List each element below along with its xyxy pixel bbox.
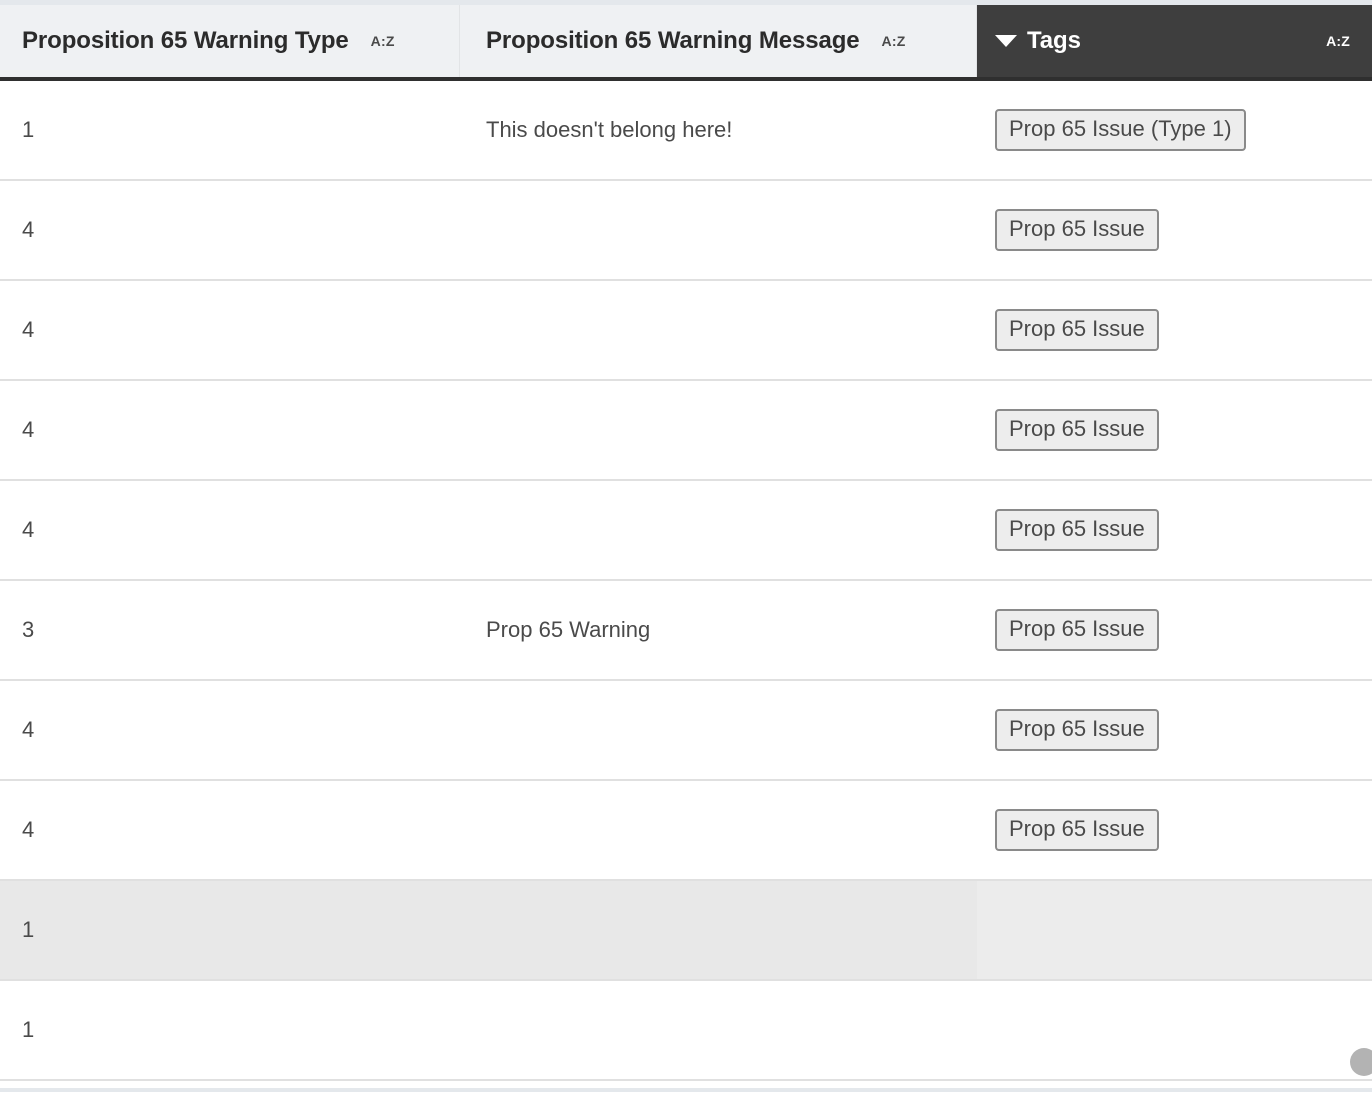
cell-warning-type[interactable]: 1 [0, 81, 460, 179]
cell-warning-message[interactable] [460, 181, 977, 279]
column-header-proposition-65-warning-message[interactable]: Proposition 65 Warning Message A:Z [460, 5, 977, 77]
cell-warning-type[interactable]: 4 [0, 381, 460, 479]
cell-tags[interactable]: Prop 65 Issue [977, 481, 1372, 579]
cell-tags[interactable]: Prop 65 Issue [977, 181, 1372, 279]
table-row[interactable]: 4 Prop 65 Issue [0, 381, 1372, 481]
tag-chip[interactable]: Prop 65 Issue [995, 409, 1159, 451]
column-header-label: Proposition 65 Warning Type [22, 27, 349, 54]
tag-chip[interactable]: Prop 65 Issue [995, 709, 1159, 751]
cell-warning-message[interactable] [460, 481, 977, 579]
cell-warning-message[interactable]: Prop 65 Warning [460, 581, 977, 679]
cell-tags[interactable]: Prop 65 Issue [977, 581, 1372, 679]
table-body: 1 This doesn't belong here! Prop 65 Issue … [0, 81, 1372, 1081]
sort-az-icon[interactable]: A:Z [1326, 33, 1350, 49]
table-row[interactable]: 1 [0, 981, 1372, 1081]
cell-warning-type[interactable]: 1 [0, 981, 460, 1079]
cell-warning-message[interactable] [460, 781, 977, 879]
column-header-tags[interactable]: Tags A:Z [977, 5, 1372, 77]
cell-warning-message[interactable] [460, 281, 977, 379]
cell-warning-type[interactable]: 3 [0, 581, 460, 679]
cell-warning-type[interactable]: 4 [0, 481, 460, 579]
cell-warning-type[interactable]: 1 [0, 881, 460, 979]
table-row[interactable]: 1 [0, 881, 1372, 981]
column-header-label: Tags [1027, 27, 1081, 54]
cell-tags[interactable]: Prop 65 Issue [977, 281, 1372, 379]
table-row[interactable]: 4 Prop 65 Issue [0, 281, 1372, 381]
cell-tags[interactable] [977, 981, 1372, 1079]
tag-chip[interactable]: Prop 65 Issue [995, 309, 1159, 351]
table-row[interactable]: 1 This doesn't belong here! Prop 65 Issue … [0, 81, 1372, 181]
table-row[interactable]: 4 Prop 65 Issue [0, 681, 1372, 781]
horizontal-scrollbar-thumb[interactable] [1350, 1048, 1372, 1076]
grid-bottom-divider [0, 1088, 1372, 1092]
table-row[interactable]: 4 Prop 65 Issue [0, 781, 1372, 881]
tag-chip[interactable]: Prop 65 Issue (Type 1) [995, 109, 1246, 151]
table-row[interactable]: 4 Prop 65 Issue [0, 481, 1372, 581]
cell-warning-type[interactable]: 4 [0, 181, 460, 279]
column-header-row: Proposition 65 Warning Type A:Z Proposit… [0, 5, 1372, 81]
cell-warning-type[interactable]: 4 [0, 281, 460, 379]
sort-az-icon[interactable]: A:Z [371, 33, 395, 49]
cell-tags[interactable]: Prop 65 Issue (Type 1) [977, 81, 1372, 179]
column-header-proposition-65-warning-type[interactable]: Proposition 65 Warning Type A:Z [0, 5, 460, 77]
tag-chip[interactable]: Prop 65 Issue [995, 509, 1159, 551]
cell-warning-message[interactable] [460, 981, 977, 1079]
cell-warning-message[interactable]: This doesn't belong here! [460, 81, 977, 179]
tag-chip[interactable]: Prop 65 Issue [995, 609, 1159, 651]
tag-chip[interactable]: Prop 65 Issue [995, 209, 1159, 251]
cell-warning-type[interactable]: 4 [0, 781, 460, 879]
tag-chip[interactable]: Prop 65 Issue [995, 809, 1159, 851]
table-row[interactable]: 4 Prop 65 Issue [0, 181, 1372, 281]
column-header-label: Proposition 65 Warning Message [486, 27, 860, 54]
table-row[interactable]: 3 Prop 65 Warning Prop 65 Issue [0, 581, 1372, 681]
cell-warning-type[interactable]: 4 [0, 681, 460, 779]
chevron-down-icon[interactable] [995, 35, 1017, 47]
sort-az-icon[interactable]: A:Z [882, 33, 906, 49]
data-grid: Proposition 65 Warning Type A:Z Proposit… [0, 0, 1372, 1100]
cell-warning-message[interactable] [460, 381, 977, 479]
cell-tags[interactable]: Prop 65 Issue [977, 381, 1372, 479]
cell-tags[interactable]: Prop 65 Issue [977, 781, 1372, 879]
cell-tags[interactable]: Prop 65 Issue [977, 681, 1372, 779]
cell-warning-message[interactable] [460, 681, 977, 779]
cell-tags[interactable] [977, 881, 1372, 979]
cell-warning-message[interactable] [460, 881, 977, 979]
